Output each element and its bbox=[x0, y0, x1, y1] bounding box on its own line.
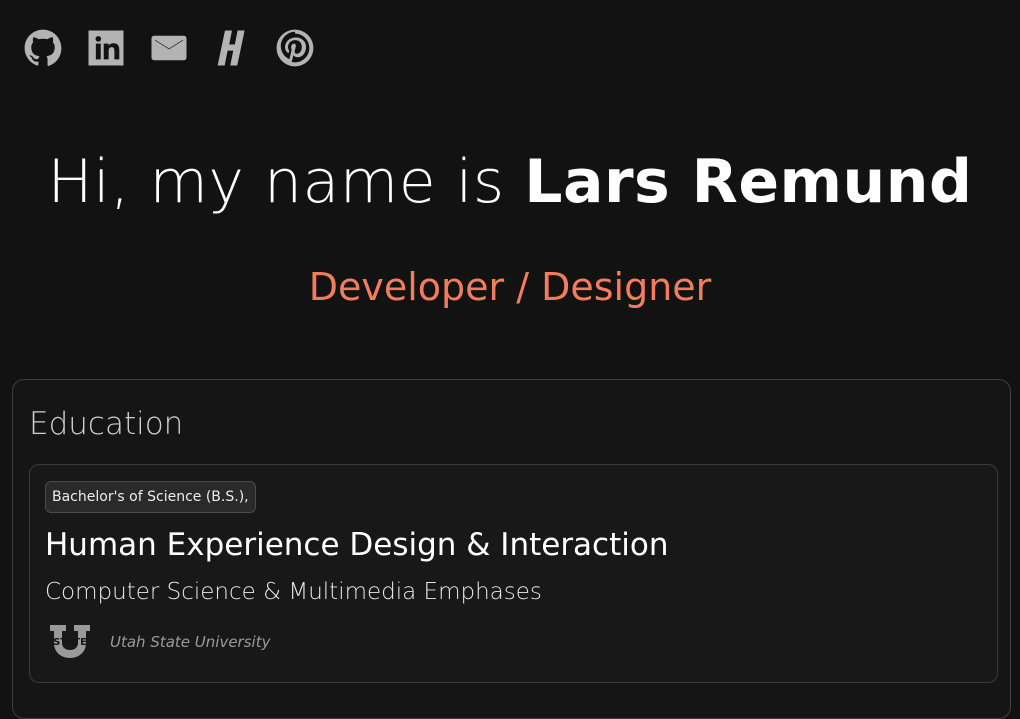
emphases-text: Computer Science & Multimedia Emphases bbox=[45, 579, 542, 605]
linkedin-icon bbox=[88, 30, 124, 66]
linkedin-link[interactable] bbox=[85, 26, 127, 70]
usu-state-logo-icon: STATE bbox=[50, 625, 90, 658]
education-card: Bachelor's of Science (B.S.), Human Expe… bbox=[29, 464, 998, 683]
school-name: Utah State University bbox=[110, 633, 271, 651]
email-link[interactable] bbox=[148, 26, 190, 70]
github-icon bbox=[24, 29, 62, 66]
github-link[interactable] bbox=[22, 26, 64, 70]
hero-greeting: Hi, my name is bbox=[47, 147, 525, 217]
hero-title: Hi, my name is Lars Remund bbox=[0, 142, 1020, 222]
hero-name: Lars Remund bbox=[524, 147, 973, 217]
pinterest-icon bbox=[276, 29, 314, 67]
degree-badge: Bachelor's of Science (B.S.), bbox=[45, 481, 256, 513]
education-section: Education Bachelor's of Science (B.S.), … bbox=[12, 379, 1011, 719]
hero-subtitle: Developer / Designer bbox=[308, 265, 712, 309]
hashnode-icon bbox=[217, 30, 245, 66]
education-title: Education bbox=[29, 406, 184, 442]
email-icon bbox=[151, 35, 187, 61]
pinterest-link[interactable] bbox=[274, 26, 316, 70]
major-title: Human Experience Design & Interaction bbox=[45, 527, 669, 563]
hashnode-link[interactable] bbox=[211, 26, 253, 70]
social-links bbox=[22, 26, 316, 70]
svg-text:STATE: STATE bbox=[53, 637, 87, 648]
